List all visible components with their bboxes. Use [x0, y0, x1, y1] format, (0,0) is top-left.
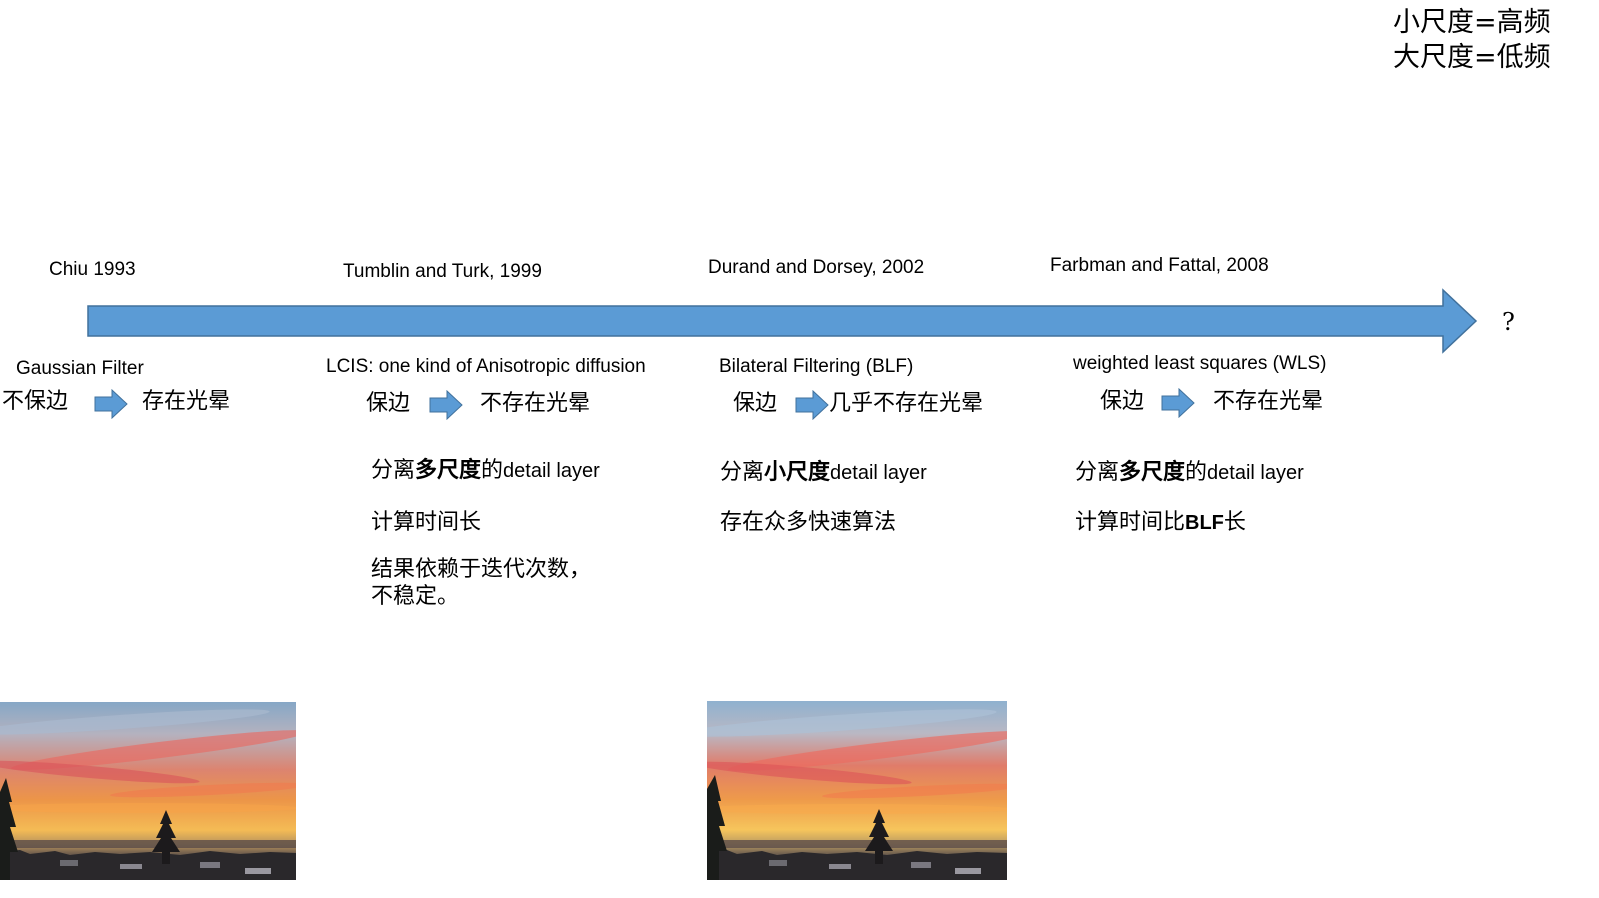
arrow-right-icon: [795, 390, 829, 420]
method-title: weighted least squares (WLS): [1073, 353, 1327, 374]
detail-layer-label: 分离多尺度的detail layer: [371, 457, 600, 484]
computation-cost-label: 计算时间比BLF长: [1075, 510, 1246, 536]
fast-algorithms-label: 存在众多快速算法: [720, 510, 897, 535]
edge-preserving-label: 保边: [366, 391, 411, 416]
rooftop: [245, 868, 271, 874]
halo-label: 几乎不存在光晕: [829, 391, 984, 416]
timeline-arrow-icon: [87, 288, 1478, 354]
arrow-right-icon: [94, 389, 128, 419]
arrow-right-shape: [429, 390, 463, 420]
timeline-year-label: Tumblin and Turk, 1999: [343, 261, 542, 282]
detail-prefix: 分离: [371, 458, 416, 483]
horizon-band: [707, 840, 1007, 848]
timeline-arrow-shape: [87, 288, 1478, 354]
rooftop: [769, 860, 787, 866]
arrow-right-icon: [1161, 388, 1195, 418]
edge-preserving-label: 保边: [733, 391, 778, 416]
rooftop: [955, 868, 981, 874]
timeline-year-label: Farbman and Fattal, 2008: [1050, 255, 1269, 276]
legend-large-scale: 大尺度=低频: [1393, 42, 1551, 73]
method-title: Gaussian Filter: [16, 358, 144, 379]
detail-latin: detail layer: [1207, 462, 1304, 484]
city-silhouette: [707, 850, 1007, 880]
legend-small-scale: 小尺度=高频: [1393, 7, 1551, 38]
edge-preserving-label: 不保边: [2, 389, 69, 414]
halo-label: 存在光晕: [142, 389, 231, 414]
detail-latin: detail layer: [503, 460, 600, 482]
rooftop: [911, 862, 931, 868]
arrow-right-icon: [429, 390, 463, 420]
cost-prefix: 计算时间比: [1075, 510, 1186, 535]
rooftop: [60, 860, 78, 866]
cloud-streak: [707, 804, 1007, 814]
halo-label: 不存在光晕: [480, 391, 591, 416]
detail-scale-bold: 小尺度: [764, 459, 831, 485]
timeline-year-label: Chiu 1993: [49, 259, 136, 280]
detail-layer-label: 分离多尺度的detail layer: [1075, 459, 1304, 486]
cost-bold-blf: BLF: [1185, 512, 1224, 534]
edge-preserving-label: 保边: [1100, 389, 1145, 414]
horizon-band: [0, 840, 296, 848]
arrow-right-shape: [795, 390, 829, 420]
timeline-end-question-mark: ?: [1502, 308, 1515, 336]
rooftop: [829, 864, 851, 869]
detail-latin: detail layer: [830, 462, 927, 484]
method-title: LCIS: one kind of Anisotropic diffusion: [326, 356, 646, 377]
computation-cost-label: 计算时间长: [371, 510, 482, 535]
detail-scale-bold: 多尺度: [415, 457, 482, 483]
timeline-year-label: Durand and Dorsey, 2002: [708, 257, 925, 278]
stability-note-line: 不稳定。: [371, 584, 460, 609]
detail-layer-label: 分离小尺度detail layer: [720, 459, 927, 486]
stability-note-line: 结果依赖于迭代次数，: [371, 557, 592, 582]
cost-suffix: 长: [1223, 510, 1246, 535]
detail-joiner: 的: [481, 458, 504, 483]
rooftop: [200, 862, 220, 868]
arrow-right-shape: [1161, 388, 1195, 418]
sunset-photo-blf: [707, 701, 1007, 880]
halo-label: 不存在光晕: [1213, 389, 1324, 414]
sunset-photo-gaussian: [0, 702, 296, 880]
city-silhouette: [0, 850, 296, 880]
detail-scale-bold: 多尺度: [1119, 459, 1186, 485]
rooftop: [120, 864, 142, 869]
method-title: Bilateral Filtering (BLF): [719, 356, 914, 377]
detail-prefix: 分离: [1075, 460, 1120, 485]
arrow-right-shape: [94, 389, 128, 419]
cloud-streak: [0, 803, 296, 813]
detail-prefix: 分离: [720, 460, 765, 485]
detail-joiner: 的: [1185, 460, 1208, 485]
